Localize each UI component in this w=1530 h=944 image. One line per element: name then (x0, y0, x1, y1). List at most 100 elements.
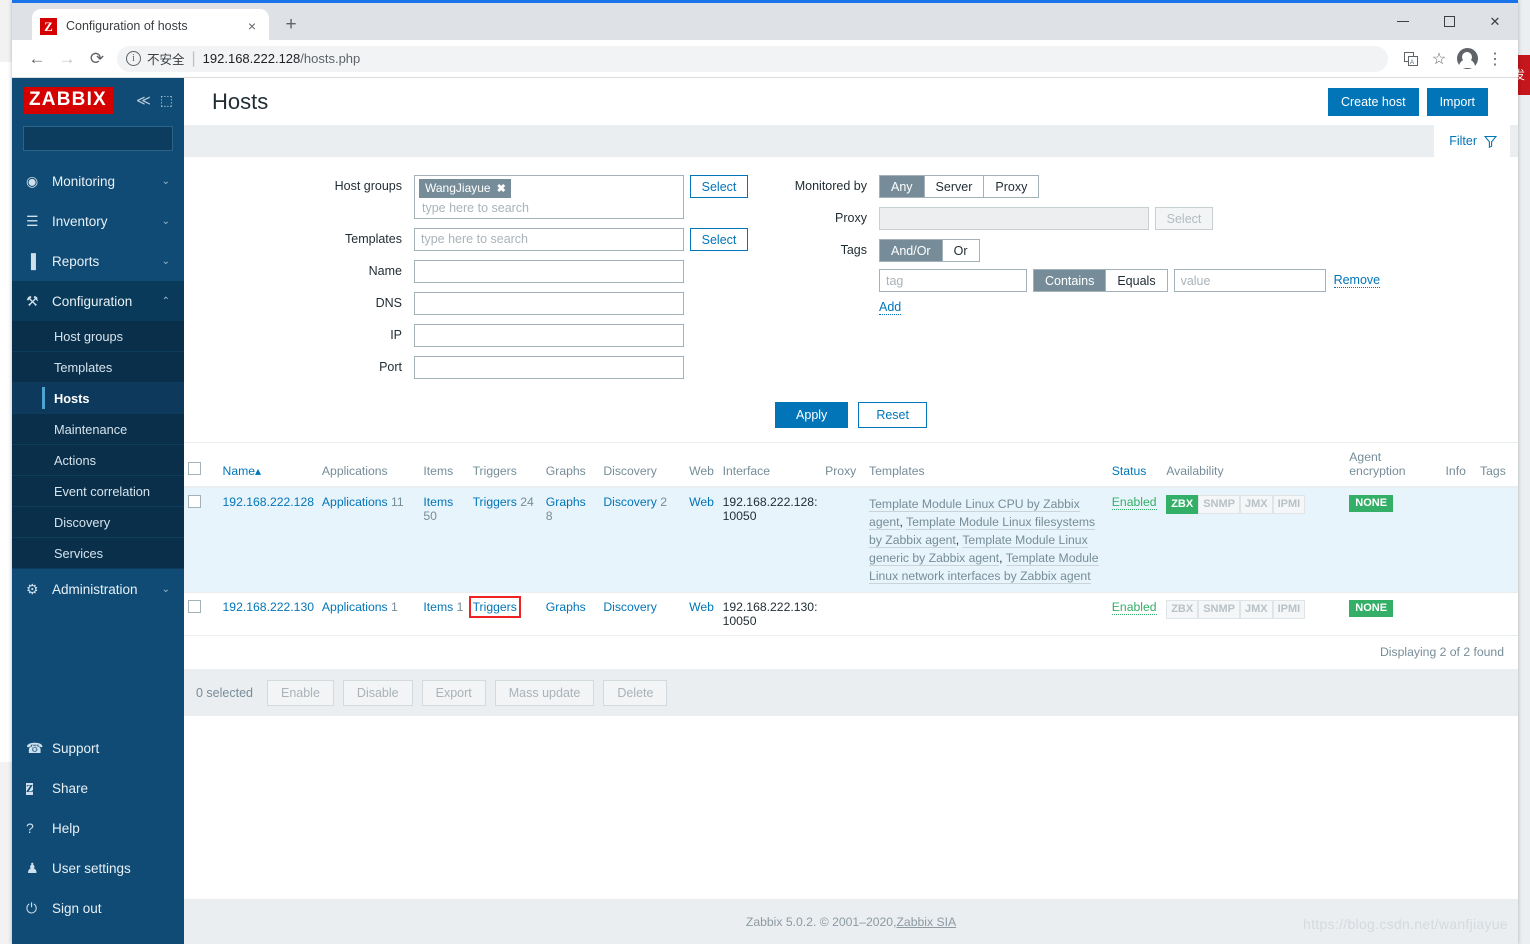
sidebar-item-actions[interactable]: Actions (12, 445, 184, 476)
tags-logic-andor[interactable]: And/Or (880, 240, 943, 261)
reload-icon[interactable]: ⟳ (82, 44, 112, 74)
web-link[interactable]: Web (689, 495, 714, 509)
sidebar-item-event-correlation[interactable]: Event correlation (12, 476, 184, 507)
tag-name-input[interactable] (879, 269, 1027, 292)
discovery-link[interactable]: Discovery (603, 600, 657, 614)
sidebar-item-inventory[interactable]: ☰ Inventory ⌄ (12, 201, 184, 241)
enable-button[interactable]: Enable (266, 680, 334, 706)
tags-logic-or[interactable]: Or (942, 240, 979, 261)
site-info-icon[interactable]: i (126, 51, 141, 66)
zabbix-sia-link[interactable]: Zabbix SIA (896, 915, 956, 929)
export-button[interactable]: Export (421, 680, 486, 706)
cell-info (1441, 487, 1477, 593)
templates-multiselect[interactable]: type here to search (414, 228, 684, 251)
status-link[interactable]: Enabled (1111, 600, 1157, 615)
browser-menu-icon[interactable]: ⋮ (1482, 46, 1508, 72)
back-icon[interactable]: ← (22, 44, 52, 74)
tag-add-link[interactable]: Add (879, 300, 902, 315)
sidebar-item-hosts[interactable]: Hosts (12, 383, 184, 414)
sidebar-search-input[interactable] (31, 131, 186, 146)
sidebar-item-services[interactable]: Services (12, 538, 184, 569)
address-bar[interactable]: i 不安全 | 192.168.222.128/hosts.php (117, 45, 1388, 72)
table-row[interactable]: 192.168.222.128 Applications 11 Items 50… (184, 487, 1518, 593)
graphs-link[interactable]: Graphs (546, 495, 586, 509)
tag-value-input[interactable] (1173, 269, 1326, 292)
profile-avatar-icon[interactable] (1454, 46, 1480, 72)
browser-tab[interactable]: Z Configuration of hosts × (32, 9, 269, 43)
ip-input[interactable] (414, 324, 684, 347)
sidebar-item-maintenance[interactable]: Maintenance (12, 414, 184, 445)
sidebar-item-sign-out[interactable]: ⏻ Sign out (12, 888, 184, 928)
tag-remove-link[interactable]: Remove (1333, 273, 1381, 288)
disable-button[interactable]: Disable (342, 680, 413, 706)
port-input[interactable] (414, 356, 684, 379)
triggers-link[interactable]: Triggers (473, 600, 517, 614)
create-host-button[interactable]: Create host (1327, 87, 1419, 116)
sidebar-item-support[interactable]: ☎ Support (12, 728, 184, 768)
tab-filter[interactable]: Filter (1434, 125, 1510, 157)
monitored-by-option-any[interactable]: Any (880, 176, 925, 197)
ip-label: IP (390, 328, 402, 342)
sidebar-item-user-settings[interactable]: ♟ User settings (12, 848, 184, 888)
row-checkbox[interactable] (188, 495, 201, 508)
host-groups-placeholder[interactable]: type here to search (419, 198, 679, 215)
sidebar-item-discovery[interactable]: Discovery (12, 507, 184, 538)
host-groups-multiselect[interactable]: WangJiayue ✖ type here to search (414, 175, 684, 219)
row-checkbox[interactable] (188, 600, 201, 613)
translate-icon[interactable]: A (1398, 46, 1424, 72)
close-window-button[interactable]: ✕ (1472, 3, 1518, 40)
table-row[interactable]: 192.168.222.130 Applications 1 Items 1 T… (184, 592, 1518, 636)
chevron-down-icon: ⌄ (161, 175, 170, 187)
sidebar-item-share[interactable]: Z Share (12, 768, 184, 808)
delete-button[interactable]: Delete (603, 680, 668, 706)
mass-update-button[interactable]: Mass update (494, 680, 595, 706)
discovery-link[interactable]: Discovery (603, 495, 657, 509)
maximize-button[interactable] (1426, 3, 1472, 40)
column-header-status[interactable]: Status (1107, 443, 1163, 488)
status-link[interactable]: Enabled (1111, 495, 1157, 510)
host-name-link[interactable]: 192.168.222.130 (223, 600, 315, 614)
select-all-checkbox[interactable] (188, 462, 201, 475)
sidebar-item-reports[interactable]: ▐ Reports ⌄ (12, 241, 184, 281)
applications-link[interactable]: Applications (322, 600, 388, 614)
host-groups-select-button[interactable]: Select (690, 175, 748, 198)
sidebar-search[interactable]: ⌕ (23, 126, 193, 151)
web-link[interactable]: Web (689, 600, 714, 614)
sidebar-item-administration[interactable]: ⚙ Administration ⌄ (12, 569, 184, 609)
host-group-chip[interactable]: WangJiayue ✖ (419, 179, 511, 198)
triggers-link[interactable]: Triggers (473, 495, 517, 509)
graphs-link[interactable]: Graphs (546, 600, 586, 614)
sidebar-item-help[interactable]: ? Help (12, 808, 184, 848)
bookmark-star-icon[interactable]: ☆ (1426, 46, 1452, 72)
import-button[interactable]: Import (1426, 87, 1488, 116)
sidebar-item-templates[interactable]: Templates (12, 352, 184, 383)
items-link[interactable]: Items (423, 600, 453, 614)
apply-button[interactable]: Apply (775, 402, 849, 428)
name-input[interactable] (414, 260, 684, 283)
hide-sidebar-icon[interactable]: ⬚ (160, 92, 173, 109)
dns-input[interactable] (414, 292, 684, 315)
tag-operator-contains[interactable]: Contains (1034, 270, 1107, 291)
tag-operator-equals[interactable]: Equals (1106, 270, 1167, 291)
minimize-button[interactable] (1380, 3, 1426, 40)
zabbix-logo[interactable]: ZABBIX (23, 86, 113, 114)
sidebar-item-configuration[interactable]: ⚒ Configuration ⌃ (12, 281, 184, 321)
monitored-by-option-server[interactable]: Server (924, 176, 985, 197)
page-footer: Zabbix 5.0.2. © 2001–2020, Zabbix SIA (184, 899, 1518, 944)
sidebar-item-monitoring[interactable]: ◉ Monitoring ⌄ (12, 161, 184, 201)
applications-link[interactable]: Applications (322, 495, 388, 509)
templates-select-button[interactable]: Select (690, 228, 748, 251)
collapse-sidebar-icon[interactable]: ≪ (136, 92, 151, 109)
sidebar-item-host-groups[interactable]: Host groups (12, 321, 184, 352)
forward-icon[interactable]: → (52, 44, 82, 74)
items-link[interactable]: Items (423, 495, 453, 509)
new-tab-icon[interactable]: + (279, 14, 303, 38)
reset-button[interactable]: Reset (858, 402, 927, 428)
filter-row-host-groups: Host groups WangJiayue ✖ type here to se… (184, 175, 769, 219)
page-body: ZABBIX ≪ ⬚ ⌕ ◉ Monitoring ⌄ ☰ Inventory … (12, 78, 1518, 944)
column-header-name[interactable]: Name▴ (218, 443, 318, 488)
chip-remove-icon[interactable]: ✖ (497, 182, 506, 195)
close-tab-icon[interactable]: × (243, 18, 261, 34)
host-name-link[interactable]: 192.168.222.128 (223, 495, 315, 509)
monitored-by-option-proxy[interactable]: Proxy (984, 176, 1039, 197)
